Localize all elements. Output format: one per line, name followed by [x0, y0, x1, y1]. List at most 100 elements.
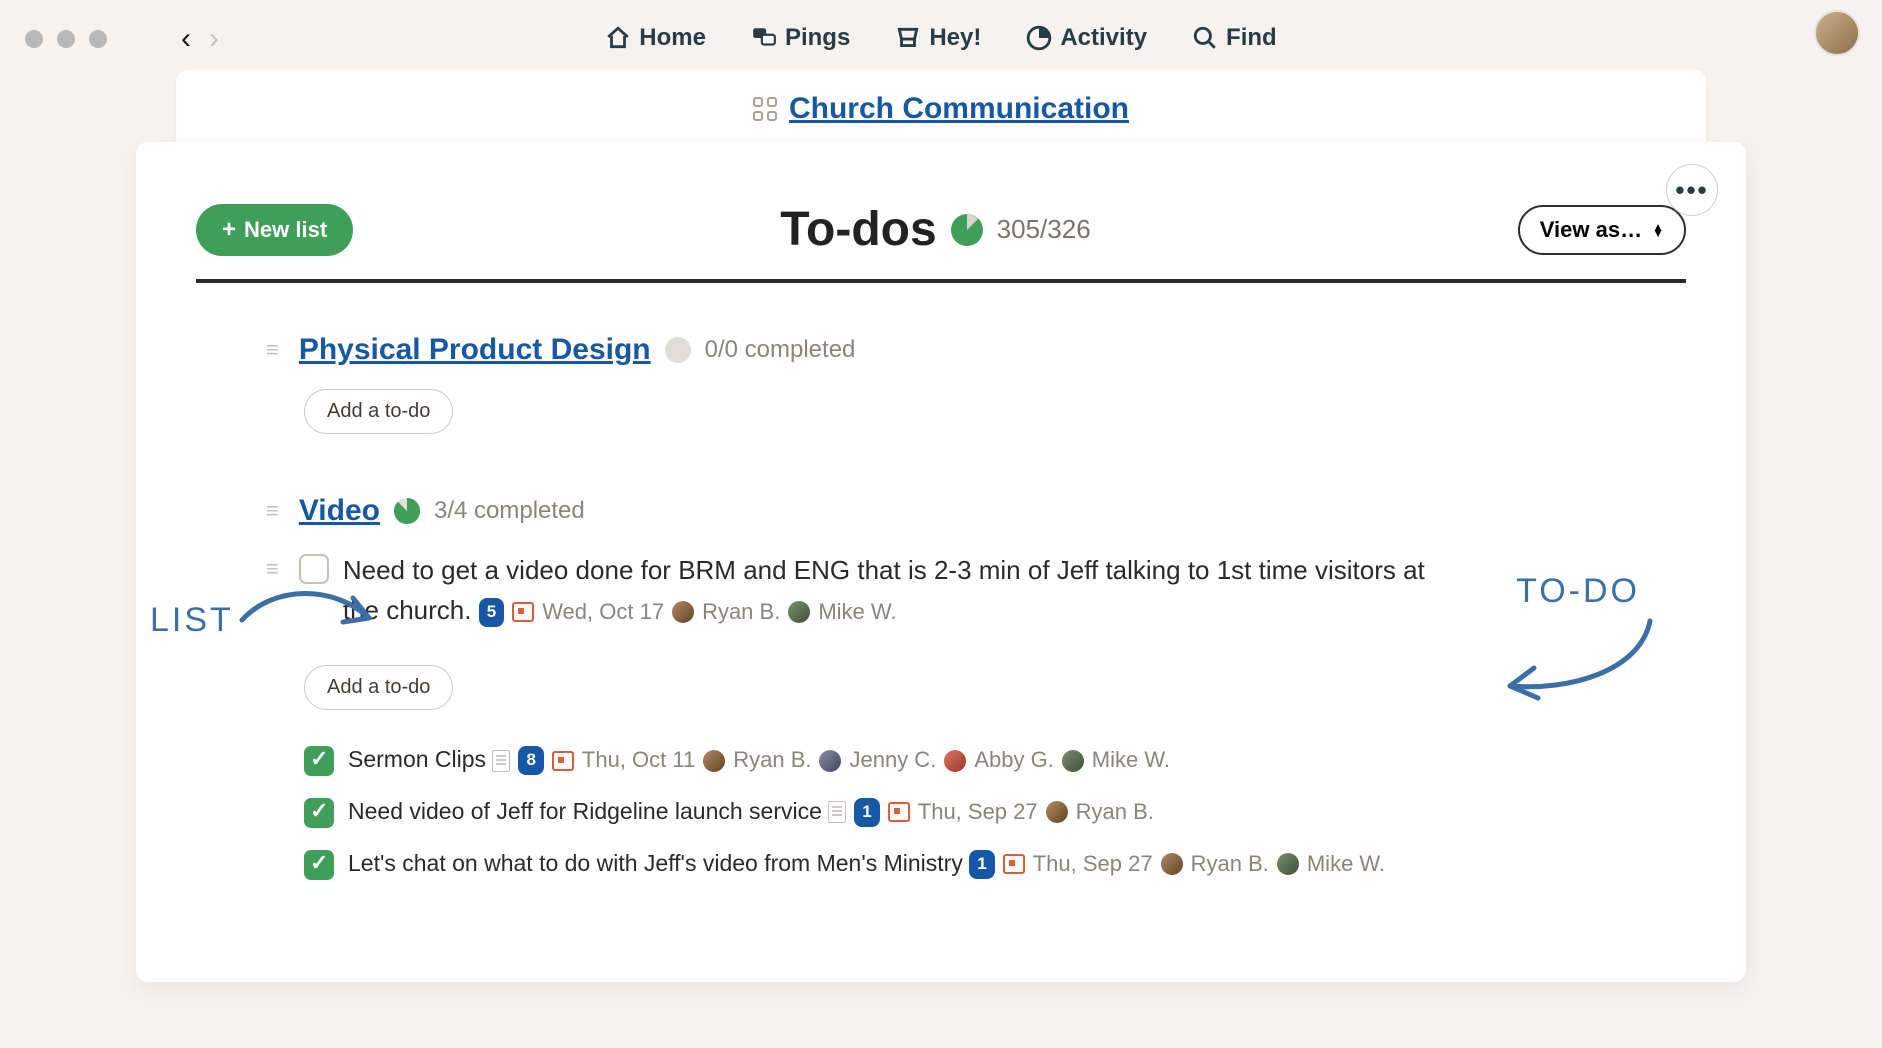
nav-activity[interactable]: Activity — [1026, 24, 1147, 52]
nav-hey[interactable]: Hey! — [895, 24, 981, 52]
assignee-name: Ryan B. — [733, 743, 811, 777]
nav-find-label: Find — [1226, 24, 1277, 52]
page-header-row: + New list To-dos 305/326 View as… ▲▼ — [196, 172, 1686, 279]
calendar-icon — [512, 602, 534, 622]
comment-count-badge[interactable]: 1 — [854, 798, 879, 826]
calendar-icon — [552, 751, 574, 771]
activity-icon — [1026, 25, 1052, 51]
progress-pie-icon — [951, 214, 983, 246]
top-nav: Home Pings Hey! Activity Find — [0, 0, 1882, 60]
new-list-label: New list — [244, 217, 327, 243]
todo-text: Let's chat on what to do with Jeff's vid… — [348, 850, 963, 876]
assignee-avatar[interactable] — [672, 601, 694, 623]
comment-count-badge[interactable]: 1 — [969, 850, 994, 878]
nav-find[interactable]: Find — [1192, 24, 1277, 52]
todo-item-completed: Need video of Jeff for Ridgeline launch … — [304, 794, 1686, 830]
current-user-avatar[interactable] — [1814, 10, 1860, 56]
nav-activity-label: Activity — [1060, 24, 1147, 52]
list-progress-text: 3/4 completed — [434, 497, 585, 525]
calendar-icon — [1003, 854, 1025, 874]
list-title-link[interactable]: Video — [299, 494, 380, 528]
assignee-name: Mike W. — [1307, 847, 1385, 881]
todo-body[interactable]: Sermon Clips 8 Thu, Oct 11 Ryan B. Jenny… — [348, 742, 1170, 778]
nav-back-icon[interactable]: ‹ — [181, 22, 191, 56]
todo-item-completed: Sermon Clips 8 Thu, Oct 11 Ryan B. Jenny… — [304, 742, 1686, 778]
nav-home-label: Home — [639, 24, 706, 52]
list-progress-text: 0/0 completed — [705, 336, 856, 364]
traffic-light-close[interactable] — [25, 30, 43, 48]
project-grid-icon — [753, 97, 777, 121]
drag-handle-icon[interactable]: ≡ — [266, 556, 279, 582]
comment-count-badge[interactable]: 8 — [518, 746, 543, 774]
add-todo-button[interactable]: Add a to-do — [304, 665, 453, 710]
todo-item-completed: Let's chat on what to do with Jeff's vid… — [304, 846, 1686, 882]
todo-due-date: Thu, Oct 11 — [582, 743, 695, 777]
todo-due-date: Wed, Oct 17 — [542, 595, 664, 629]
main-card: ••• + New list To-dos 305/326 View as… ▲… — [136, 142, 1746, 982]
document-icon — [492, 750, 510, 772]
add-todo-button[interactable]: Add a to-do — [304, 389, 453, 434]
assignee-avatar[interactable] — [944, 750, 966, 772]
comment-count-badge[interactable]: 5 — [479, 598, 504, 626]
todo-checkbox[interactable] — [304, 798, 334, 828]
assignee-avatar[interactable] — [788, 601, 810, 623]
todo-list: ≡ Physical Product Design 0/0 completed … — [266, 333, 1686, 434]
page-title-wrap: To-dos 305/326 — [780, 202, 1090, 257]
traffic-light-zoom[interactable] — [89, 30, 107, 48]
search-icon — [1192, 25, 1218, 51]
drag-handle-icon[interactable]: ≡ — [266, 337, 279, 363]
todo-checkbox[interactable] — [304, 746, 334, 776]
assignee-avatar[interactable] — [703, 750, 725, 772]
todo-checkbox[interactable] — [299, 554, 329, 584]
progress-pie-icon — [665, 337, 691, 363]
assignee-name: Ryan B. — [1076, 795, 1154, 829]
todo-body[interactable]: Let's chat on what to do with Jeff's vid… — [348, 846, 1385, 882]
todo-checkbox[interactable] — [304, 850, 334, 880]
assignee-name: Jenny C. — [849, 743, 936, 777]
todo-text: Sermon Clips — [348, 746, 486, 772]
assignee-name: Ryan B. — [1191, 847, 1269, 881]
home-icon — [605, 25, 631, 51]
nav-home[interactable]: Home — [605, 24, 706, 52]
todo-body[interactable]: Need video of Jeff for Ridgeline launch … — [348, 794, 1154, 830]
project-breadcrumb-card: Church Communication — [176, 70, 1706, 148]
todo-list: ≡ Video 3/4 completed ≡ Need to get a vi… — [266, 494, 1686, 882]
todo-body[interactable]: Need to get a video done for BRM and ENG… — [343, 550, 1433, 631]
drag-handle-icon[interactable]: ≡ — [266, 498, 279, 524]
pings-icon — [751, 25, 777, 51]
assignee-name: Mike W. — [818, 595, 896, 629]
nav-forward-icon: › — [209, 22, 219, 56]
nav-pings[interactable]: Pings — [751, 24, 850, 52]
assignee-avatar[interactable] — [1046, 801, 1068, 823]
assignee-name: Mike W. — [1092, 743, 1170, 777]
project-link[interactable]: Church Communication — [789, 92, 1129, 126]
assignee-avatar[interactable] — [1277, 853, 1299, 875]
sort-caret-icon: ▲▼ — [1652, 224, 1664, 236]
assignee-avatar[interactable] — [1161, 853, 1183, 875]
nav-hey-label: Hey! — [929, 24, 981, 52]
nav-pings-label: Pings — [785, 24, 850, 52]
page-title: To-dos — [780, 202, 936, 257]
assignee-avatar[interactable] — [1062, 750, 1084, 772]
header-divider — [196, 279, 1686, 283]
window-controls: ‹ › — [25, 22, 219, 56]
todo-due-date: Thu, Sep 27 — [918, 795, 1038, 829]
list-title-link[interactable]: Physical Product Design — [299, 333, 651, 367]
progress-pie-icon — [394, 498, 420, 524]
todo-due-date: Thu, Sep 27 — [1033, 847, 1153, 881]
todo-text: Need video of Jeff for Ridgeline launch … — [348, 798, 822, 824]
traffic-light-minimize[interactable] — [57, 30, 75, 48]
assignee-avatar[interactable] — [819, 750, 841, 772]
page-progress-count: 305/326 — [997, 214, 1091, 245]
assignee-name: Ryan B. — [702, 595, 780, 629]
document-icon — [828, 801, 846, 823]
plus-icon: + — [222, 216, 236, 244]
view-as-label: View as… — [1540, 217, 1642, 243]
hey-icon — [895, 25, 921, 51]
view-as-button[interactable]: View as… ▲▼ — [1518, 205, 1686, 255]
todo-item: ≡ Need to get a video done for BRM and E… — [266, 550, 1686, 631]
calendar-icon — [888, 802, 910, 822]
assignee-name: Abby G. — [974, 743, 1053, 777]
more-menu-button[interactable]: ••• — [1666, 164, 1718, 216]
new-list-button[interactable]: + New list — [196, 204, 353, 256]
